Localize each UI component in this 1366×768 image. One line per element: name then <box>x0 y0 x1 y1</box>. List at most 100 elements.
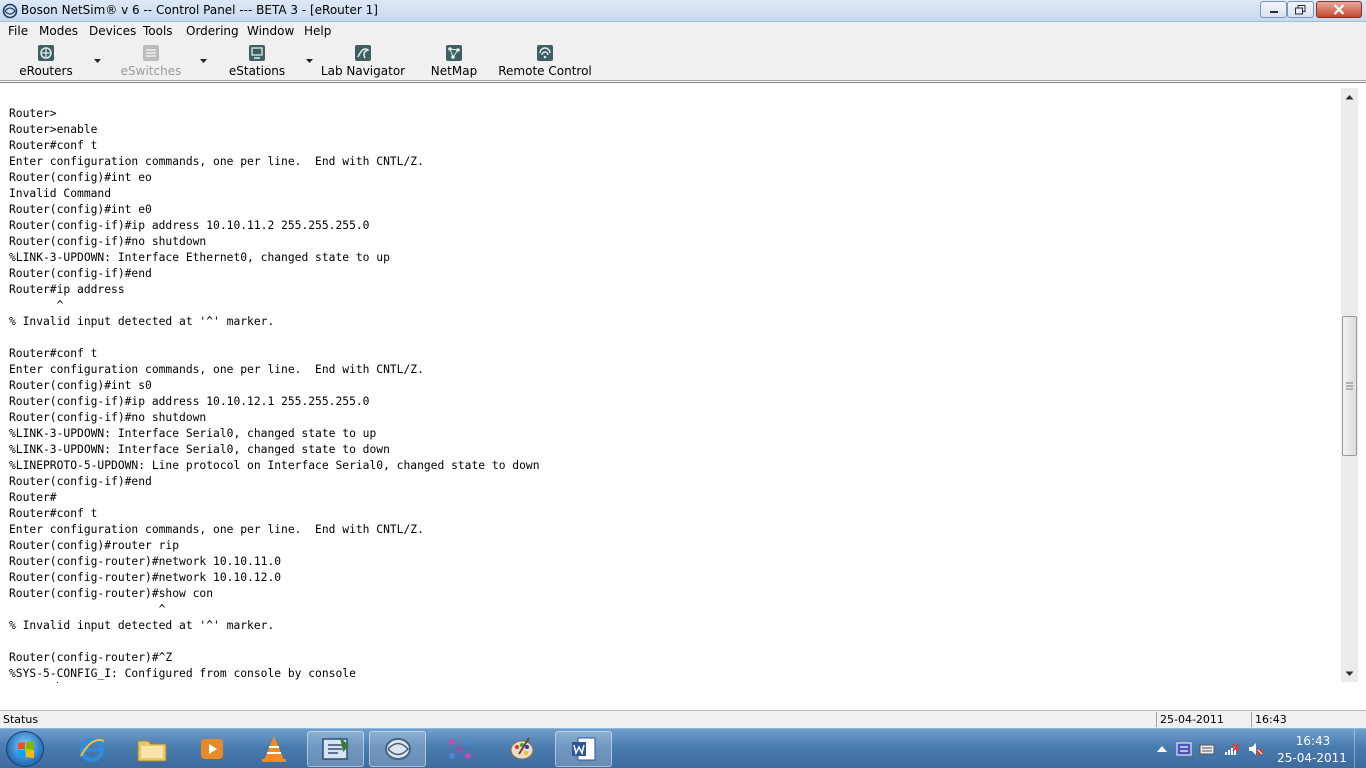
status-date: 25-04-2011 <box>1156 712 1249 727</box>
title-bar: Boson NetSim® v 6 -- Control Panel --- B… <box>0 0 1366 22</box>
erouters-dropdown-icon[interactable] <box>93 57 102 65</box>
menu-modes[interactable]: Modes <box>39 24 78 38</box>
minimize-button[interactable] <box>1260 1 1287 18</box>
console-viewport: Router> Router>enable Router#conf t Enter c… <box>0 83 1340 683</box>
restore-icon <box>1295 4 1306 14</box>
taskbar-paint[interactable] <box>493 731 550 767</box>
console-line: Router#conf t <box>9 507 98 520</box>
taskbar-media-player[interactable] <box>183 731 240 767</box>
console-line: Router(config-if)#end <box>9 475 152 488</box>
taskbar-internet-explorer[interactable] <box>63 731 120 767</box>
switch-icon <box>143 45 159 61</box>
console-prompt-line[interactable]: Router# <box>9 682 540 683</box>
taskbar-explorer[interactable] <box>123 731 180 767</box>
app-window-icon <box>321 737 349 760</box>
console-line: %LINK-3-UPDOWN: Interface Ethernet0, cha… <box>9 251 390 264</box>
eswitches-label: eSwitches <box>120 64 182 78</box>
estations-label: eStations <box>228 64 286 78</box>
arrow-up-icon <box>1345 94 1354 99</box>
status-text: Status <box>3 713 39 726</box>
console-line: % Invalid input detected at '^' marker. <box>9 619 275 632</box>
console-line: Router#conf t <box>9 347 98 360</box>
vertical-scrollbar[interactable] <box>1341 88 1358 682</box>
taskbar: 16:43 25-04-2011 <box>0 728 1366 768</box>
remote-control-button[interactable]: Remote Control <box>498 43 592 79</box>
status-bar: Status 25-04-2011 16:43 <box>0 710 1366 728</box>
console-line: Enter configuration commands, one per li… <box>9 523 424 536</box>
toolbar: eRouters eSwitches eStations Lab Navigat… <box>0 41 1366 81</box>
console-line: Router(config)#int s0 <box>9 379 152 392</box>
console-line: Router(config)#int e0 <box>9 203 152 216</box>
volume-muted-icon[interactable] <box>1248 742 1264 756</box>
netmap-label: NetMap <box>430 64 478 78</box>
console-line: Router(config-if)#no shutdown <box>9 235 207 248</box>
taskbar-app-editor[interactable] <box>307 731 364 767</box>
menu-bar: File Modes Devices Tools Ordering Window… <box>0 22 1366 41</box>
menu-devices[interactable]: Devices <box>89 24 136 38</box>
console-line: Invalid Command <box>9 187 112 200</box>
router-console[interactable]: Router> Router>enable Router#conf t Enter c… <box>0 82 1366 710</box>
clock-date[interactable]: 25-04-2011 <box>1276 751 1348 765</box>
console-line: Enter configuration commands, one per li… <box>9 155 424 168</box>
network-icon[interactable] <box>1224 742 1240 756</box>
console-line: Router(config-if)#no shutdown <box>9 411 207 424</box>
internet-explorer-icon <box>79 738 104 762</box>
keyboard-icon[interactable] <box>1199 742 1215 756</box>
erouters-label: eRouters <box>19 64 73 78</box>
grip-icon <box>1346 382 1353 390</box>
console-line: Router#ip address <box>9 283 125 296</box>
molecule-icon <box>448 739 471 759</box>
lab-navigator-button[interactable]: Lab Navigator <box>321 43 405 79</box>
console-line: ^ <box>9 603 166 616</box>
eswitches-button[interactable]: eSwitches <box>120 43 182 79</box>
paint-palette-icon <box>510 737 533 760</box>
clock-time[interactable]: 16:43 <box>1283 734 1343 748</box>
close-button[interactable] <box>1316 1 1362 18</box>
console-line: Enter configuration commands, one per li… <box>9 363 424 376</box>
estations-button[interactable]: eStations <box>229 43 285 79</box>
console-line: Router# <box>9 491 57 504</box>
vlc-cone-icon <box>261 736 286 762</box>
erouters-button[interactable]: eRouters <box>18 43 74 79</box>
remote-control-label: Remote Control <box>498 64 592 78</box>
console-line: Router(config-if)#ip address 10.10.11.2 … <box>9 219 370 232</box>
maximize-button[interactable] <box>1287 1 1314 18</box>
windows-logo-icon <box>18 741 34 758</box>
taskbar-vlc[interactable] <box>245 731 302 767</box>
taskbar-boson-netsim[interactable] <box>369 731 426 767</box>
console-line: ^ <box>9 299 64 312</box>
console-line: Router(config-router)#^Z <box>9 651 173 664</box>
console-line: % Invalid input detected at '^' marker. <box>9 315 275 328</box>
scroll-thumb[interactable] <box>1342 316 1357 456</box>
scroll-down-button[interactable] <box>1341 665 1358 682</box>
console-line: %LINK-3-UPDOWN: Interface Serial0, chang… <box>9 427 377 440</box>
tray-app-icon[interactable] <box>1176 742 1192 756</box>
show-hidden-icons-icon[interactable] <box>1154 742 1170 756</box>
netmap-button[interactable]: NetMap <box>430 43 478 79</box>
word-icon <box>571 737 595 761</box>
menu-tools[interactable]: Tools <box>143 24 173 38</box>
show-desktop-button[interactable] <box>1354 729 1366 768</box>
station-icon <box>249 45 265 61</box>
taskbar-word[interactable] <box>555 731 612 767</box>
estations-dropdown-icon[interactable] <box>305 57 314 65</box>
console-line: Router(config-router)#show con <box>9 587 214 600</box>
menu-help[interactable]: Help <box>304 24 331 38</box>
eswitches-dropdown-icon[interactable] <box>199 57 208 65</box>
console-line: Router(config-if)#end <box>9 267 152 280</box>
text-cursor <box>56 682 58 683</box>
menu-file[interactable]: File <box>8 24 28 38</box>
console-line: Router(config)#int eo <box>9 171 152 184</box>
console-line: Router(config-router)#network 10.10.12.0 <box>9 571 282 584</box>
folder-icon <box>137 740 166 762</box>
start-button[interactable] <box>6 731 44 767</box>
scroll-up-button[interactable] <box>1341 88 1358 105</box>
console-output: Router> Router>enable Router#conf t Enter c… <box>9 106 540 683</box>
console-line: %SYS-5-CONFIG_I: Configured from console… <box>9 667 356 680</box>
taskbar-network-app[interactable] <box>431 731 488 767</box>
console-line: Router(config)#router rip <box>9 539 180 552</box>
menu-window[interactable]: Window <box>247 24 294 38</box>
menu-ordering[interactable]: Ordering <box>186 24 239 38</box>
